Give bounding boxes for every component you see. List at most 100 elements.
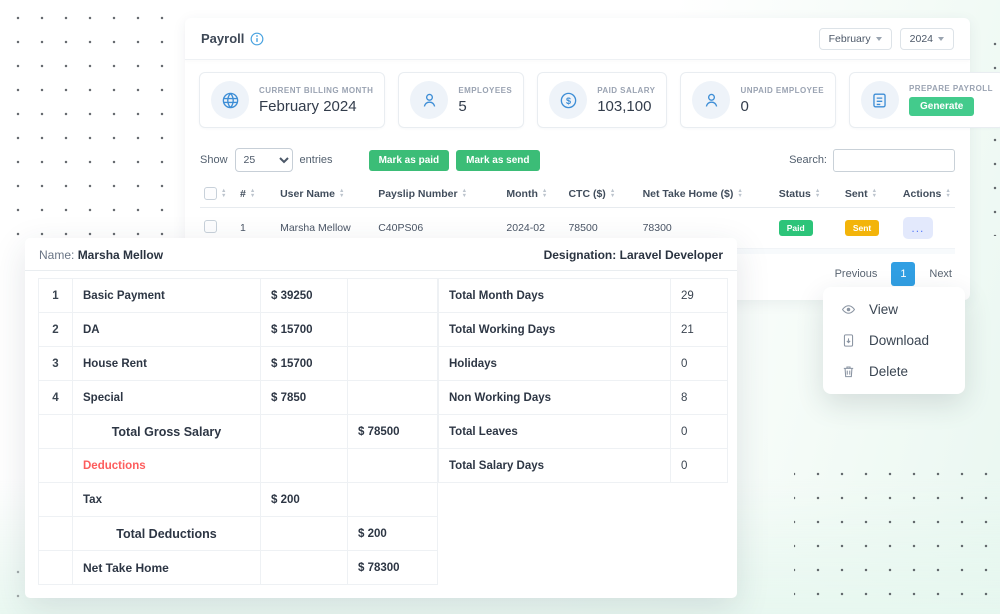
col-header[interactable]: User Name [280,188,335,200]
days-summary-table: Total Month Days 29 Total Working Days 2… [438,278,728,483]
dot-pattern-bottom-right [794,452,1000,614]
globe-icon [211,81,249,119]
sort-icon[interactable]: ▲▼ [945,189,950,198]
sort-icon[interactable]: ▲▼ [872,189,877,198]
pagination-previous[interactable]: Previous [835,268,878,280]
generate-button[interactable]: Generate [909,97,974,116]
sort-icon[interactable]: ▲▼ [339,189,344,198]
month-select-value: February [829,33,871,45]
stat-card-prepare-payroll: PREPARE PAYROLL Generate [849,72,1000,128]
menu-item-label: Delete [869,364,908,379]
net-take-home-row: Net Take Home $ 78300 [39,551,438,585]
col-header[interactable]: Status [779,188,811,200]
stat-card-billing-month: CURRENT BILLING MONTH February 2024 [199,72,385,128]
col-header[interactable]: # [240,188,246,200]
row-actions-menu: View Download Delete [823,287,965,394]
sort-icon[interactable]: ▲▼ [221,189,226,198]
info-icon[interactable] [250,32,264,46]
stat-label: PAID SALARY [597,86,655,95]
mark-as-send-button[interactable]: Mark as send [456,150,539,171]
earnings-table: 1 Basic Payment $ 39250 2 DA $ 15700 3 H… [38,278,438,585]
dollar-icon: $ [549,81,587,119]
stat-label: EMPLOYEES [458,86,512,95]
status-badge: Paid [779,220,813,236]
sort-icon[interactable]: ▲▼ [542,189,547,198]
menu-item-delete[interactable]: Delete [823,356,965,387]
earnings-row: 3 House Rent $ 15700 [39,347,438,381]
sort-icon[interactable]: ▲▼ [815,189,820,198]
stats-row: CURRENT BILLING MONTH February 2024 EMPL… [185,60,970,140]
sort-icon[interactable]: ▲▼ [610,189,615,198]
sort-icon[interactable]: ▲▼ [250,189,255,198]
document-icon [861,81,899,119]
row-actions-button[interactable]: ... [903,217,933,239]
pagination-page-1[interactable]: 1 [891,262,915,286]
stat-value: 0 [740,98,824,115]
row-checkbox[interactable] [204,220,217,233]
days-row: Non Working Days 8 [439,381,728,415]
days-row: Total Leaves 0 [439,415,728,449]
earnings-row: 1 Basic Payment $ 39250 [39,279,438,313]
days-row: Total Salary Days 0 [439,449,728,483]
dot-pattern-top-right [974,24,1000,236]
sort-icon[interactable]: ▲▼ [737,189,742,198]
dot-pattern-top-left [0,0,176,238]
user-icon [410,81,448,119]
employee-name: Marsha Mellow [78,248,163,262]
col-header[interactable]: Month [506,188,538,200]
stat-label: UNPAID EMPLOYEE [740,86,824,95]
user-icon [692,81,730,119]
pagination-next[interactable]: Next [929,268,952,280]
days-row: Holidays 0 [439,347,728,381]
stat-card-employees: EMPLOYEES 5 [398,72,524,128]
col-header[interactable]: Sent [845,188,868,200]
entries-select[interactable]: 25 [235,148,293,172]
earnings-row: 2 DA $ 15700 [39,313,438,347]
col-header[interactable]: Actions [903,188,942,200]
sort-icon[interactable]: ▲▼ [462,189,467,198]
total-gross-salary-row: Total Gross Salary $ 78500 [39,415,438,449]
stat-label: PREPARE PAYROLL [909,84,993,93]
search-label: Search: [789,154,827,166]
stat-value: February 2024 [259,98,373,115]
table-controls: Show 25 entries Mark as paid Mark as sen… [185,140,970,178]
page-title: Payroll [201,31,244,46]
col-header[interactable]: Payslip Number [378,188,457,200]
days-row: Total Working Days 21 [439,313,728,347]
month-select[interactable]: February [819,28,892,50]
earnings-row: 4 Special $ 7850 [39,381,438,415]
year-select[interactable]: 2024 [900,28,954,50]
sent-badge: Sent [845,220,879,236]
col-header[interactable]: CTC ($) [568,188,605,200]
stat-value: 5 [458,98,512,115]
menu-item-view[interactable]: View [823,294,965,325]
total-deductions-row: Total Deductions $ 200 [39,517,438,551]
download-icon [841,333,856,348]
days-row: Total Month Days 29 [439,279,728,313]
show-label: Show [200,154,228,166]
deductions-section-row: Deductions [39,449,438,483]
menu-item-label: View [869,302,898,317]
entries-label: entries [300,154,333,166]
panel-header: Payroll February 2024 [185,18,970,60]
stat-card-paid-salary: $ PAID SALARY 103,100 [537,72,667,128]
stat-label: CURRENT BILLING MONTH [259,86,373,95]
mark-as-paid-button[interactable]: Mark as paid [369,150,450,171]
chevron-down-icon [876,37,882,41]
col-header[interactable]: Net Take Home ($) [643,188,734,200]
table-header-row: ▲▼ # ▲▼ User Name ▲▼ Payslip Number ▲▼ Mont… [200,180,955,208]
stat-card-unpaid-employee: UNPAID EMPLOYEE 0 [680,72,836,128]
year-select-value: 2024 [910,33,933,45]
trash-icon [841,364,856,379]
employee-designation: Laravel Developer [620,248,723,262]
search-input[interactable] [833,149,955,172]
designation-label: Designation: [544,248,617,262]
stat-value: 103,100 [597,98,655,115]
menu-item-label: Download [869,333,929,348]
payslip-header: Name: Marsha Mellow Designation: Laravel… [25,238,737,271]
menu-item-download[interactable]: Download [823,325,965,356]
select-all-checkbox[interactable] [204,187,217,200]
payslip-body: 1 Basic Payment $ 39250 2 DA $ 15700 3 H… [25,271,737,585]
svg-text:$: $ [566,95,571,105]
chevron-down-icon [938,37,944,41]
